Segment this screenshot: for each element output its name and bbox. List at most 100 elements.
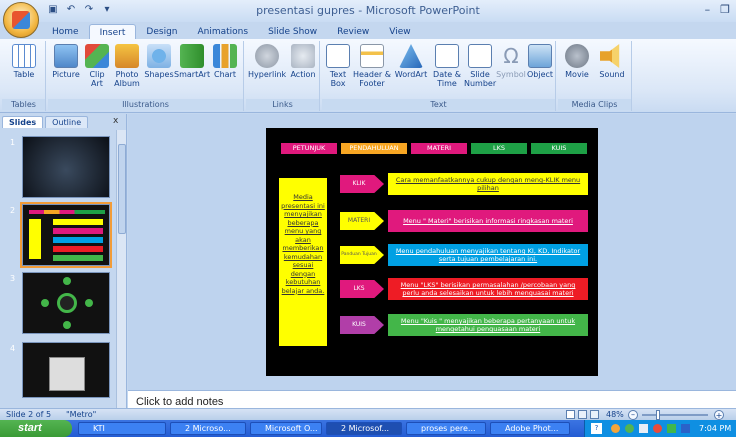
minimize-button[interactable]: –: [705, 3, 711, 16]
view-slideshow-icon[interactable]: [590, 410, 599, 419]
group-text: Text Box Header & Footer WordArt Date & …: [322, 41, 556, 111]
panel-tabs: Slides Outline: [2, 116, 89, 128]
view-normal-icon[interactable]: [566, 410, 575, 419]
thumb-row: [53, 255, 103, 261]
group-media-clips: Movie Sound Media Clips: [558, 41, 632, 111]
tab-design[interactable]: Design: [136, 24, 187, 40]
text-box-icon: [326, 44, 350, 68]
menu-lks[interactable]: LKS: [471, 143, 527, 154]
photo-album-icon: [115, 44, 139, 68]
zoom-slider[interactable]: [642, 414, 708, 416]
movie-button[interactable]: Movie: [560, 44, 594, 79]
window-title: presentasi gupres - Microsoft PowerPoint: [256, 4, 480, 17]
sound-button[interactable]: Sound: [596, 44, 628, 79]
thumbnails-scrollbar[interactable]: [116, 130, 126, 408]
close-panel-icon[interactable]: x: [113, 116, 118, 126]
object-icon: [528, 44, 552, 68]
photo-album-button[interactable]: Photo Album: [112, 44, 142, 88]
row-arrow-2[interactable]: MATERI: [340, 212, 384, 230]
task-proses-pere[interactable]: proses pere...: [406, 422, 486, 435]
system-tray: ? 7:04 PM: [584, 420, 736, 437]
menu-kuis[interactable]: KUIS: [531, 143, 587, 154]
scrollbar-thumb[interactable]: [118, 144, 126, 234]
task-adobe-photoshop[interactable]: Adobe Phot...: [490, 422, 570, 435]
row-arrow-4[interactable]: LKS: [340, 280, 384, 298]
header-footer-button[interactable]: Header & Footer: [352, 44, 392, 88]
tray-icon[interactable]: [667, 424, 676, 433]
start-button[interactable]: start: [0, 420, 72, 437]
slide-thumbnail-4[interactable]: [22, 342, 110, 398]
clip-art-button[interactable]: Clip Art: [84, 44, 110, 88]
row-arrow-1[interactable]: KLIK: [340, 175, 384, 193]
symbol-button[interactable]: Ω Symbol: [496, 44, 526, 79]
zoom-in-icon[interactable]: +: [714, 410, 724, 420]
language-icon[interactable]: ?: [591, 423, 602, 434]
volume-icon[interactable]: [639, 424, 648, 433]
tab-review[interactable]: Review: [327, 24, 379, 40]
status-bar: Slide 2 of 5 "Metro" 48% – +: [0, 408, 736, 420]
tab-view[interactable]: View: [379, 24, 420, 40]
ribbon: Table Tables Picture Clip Art Photo Albu…: [0, 39, 736, 113]
thumb-diagram-node: [41, 299, 49, 307]
symbol-icon: Ω: [503, 44, 519, 68]
date-time-button[interactable]: Date & Time: [430, 44, 464, 88]
wordart-button[interactable]: WordArt: [394, 44, 428, 79]
table-button[interactable]: Table: [6, 44, 42, 79]
tray-icon[interactable]: [625, 424, 634, 433]
tab-slide-show[interactable]: Slide Show: [258, 24, 327, 40]
notes-placeholder[interactable]: Click to add notes: [136, 396, 223, 408]
picture-button[interactable]: Picture: [50, 44, 82, 79]
hyperlink-icon: [255, 44, 279, 68]
tray-icon[interactable]: [681, 424, 690, 433]
shapes-icon: [147, 44, 171, 68]
slide-thumbnails: 1 2 3 4: [0, 130, 116, 408]
thumb-number-1: 1: [10, 138, 16, 147]
notes-pane[interactable]: Click to add notes: [128, 390, 736, 408]
tab-home[interactable]: Home: [42, 24, 89, 40]
sound-icon: [600, 44, 620, 68]
object-button[interactable]: Object: [526, 44, 554, 79]
action-button[interactable]: Action: [288, 44, 318, 79]
hyperlink-button[interactable]: Hyperlink: [248, 44, 286, 79]
menu-pendahuluan[interactable]: PENDAHULUAN: [341, 143, 407, 154]
tray-icon[interactable]: [611, 424, 620, 433]
thumb-row: [53, 219, 103, 225]
shapes-button[interactable]: Shapes: [144, 44, 174, 79]
current-slide[interactable]: PETUNJUK PENDAHULUAN MATERI LKS KUIS Med…: [266, 128, 598, 376]
ribbon-tabs: Home Insert Design Animations Slide Show…: [42, 24, 421, 40]
slide-number-button[interactable]: Slide Number: [464, 44, 496, 88]
tray-icon[interactable]: [653, 424, 662, 433]
row-arrow-3[interactable]: Panduan Tujuan: [340, 246, 384, 264]
task-microsoft-word[interactable]: 2 Microso...: [170, 422, 246, 435]
task-kti[interactable]: KTI: [78, 422, 166, 435]
smartart-button[interactable]: SmartArt: [174, 44, 210, 79]
task-microsoft-office[interactable]: Microsoft O...: [250, 422, 322, 435]
slides-panel: Slides Outline x 1 2 3 4: [0, 114, 127, 408]
tab-slides[interactable]: Slides: [2, 116, 44, 128]
maximize-button[interactable]: ❐: [720, 3, 730, 16]
tab-insert[interactable]: Insert: [88, 24, 137, 40]
chart-button[interactable]: Chart: [210, 44, 240, 79]
menu-petunjuk[interactable]: PETUNJUK: [281, 143, 337, 154]
row-arrow-5[interactable]: KUIS: [340, 316, 384, 334]
date-time-icon: [435, 44, 459, 68]
menu-materi[interactable]: MATERI: [411, 143, 467, 154]
view-sorter-icon[interactable]: [578, 410, 587, 419]
text-box-button[interactable]: Text Box: [326, 44, 350, 88]
thumb-diagram-center: [57, 293, 77, 313]
thumb-diagram-node: [85, 299, 93, 307]
office-button[interactable]: [3, 2, 39, 38]
slide-number-icon: [468, 44, 492, 68]
action-icon: [291, 44, 315, 68]
slide-thumbnail-2[interactable]: [20, 202, 112, 268]
slide-thumbnail-1[interactable]: [22, 136, 110, 198]
task-microsoft-powerpoint[interactable]: 2 Microsof...: [326, 422, 402, 435]
row-description-3: Menu pendahuluan menyajikan tentang KI, …: [388, 244, 588, 266]
zoom-out-icon[interactable]: –: [628, 410, 638, 420]
clock: 7:04 PM: [699, 424, 732, 433]
tab-animations[interactable]: Animations: [187, 24, 258, 40]
slide-thumbnail-3[interactable]: [22, 272, 110, 334]
tab-outline[interactable]: Outline: [45, 116, 89, 128]
intro-textbox: Media presentasi ini menyajikan beberapa…: [279, 178, 327, 346]
zoom-slider-thumb[interactable]: [656, 410, 660, 420]
